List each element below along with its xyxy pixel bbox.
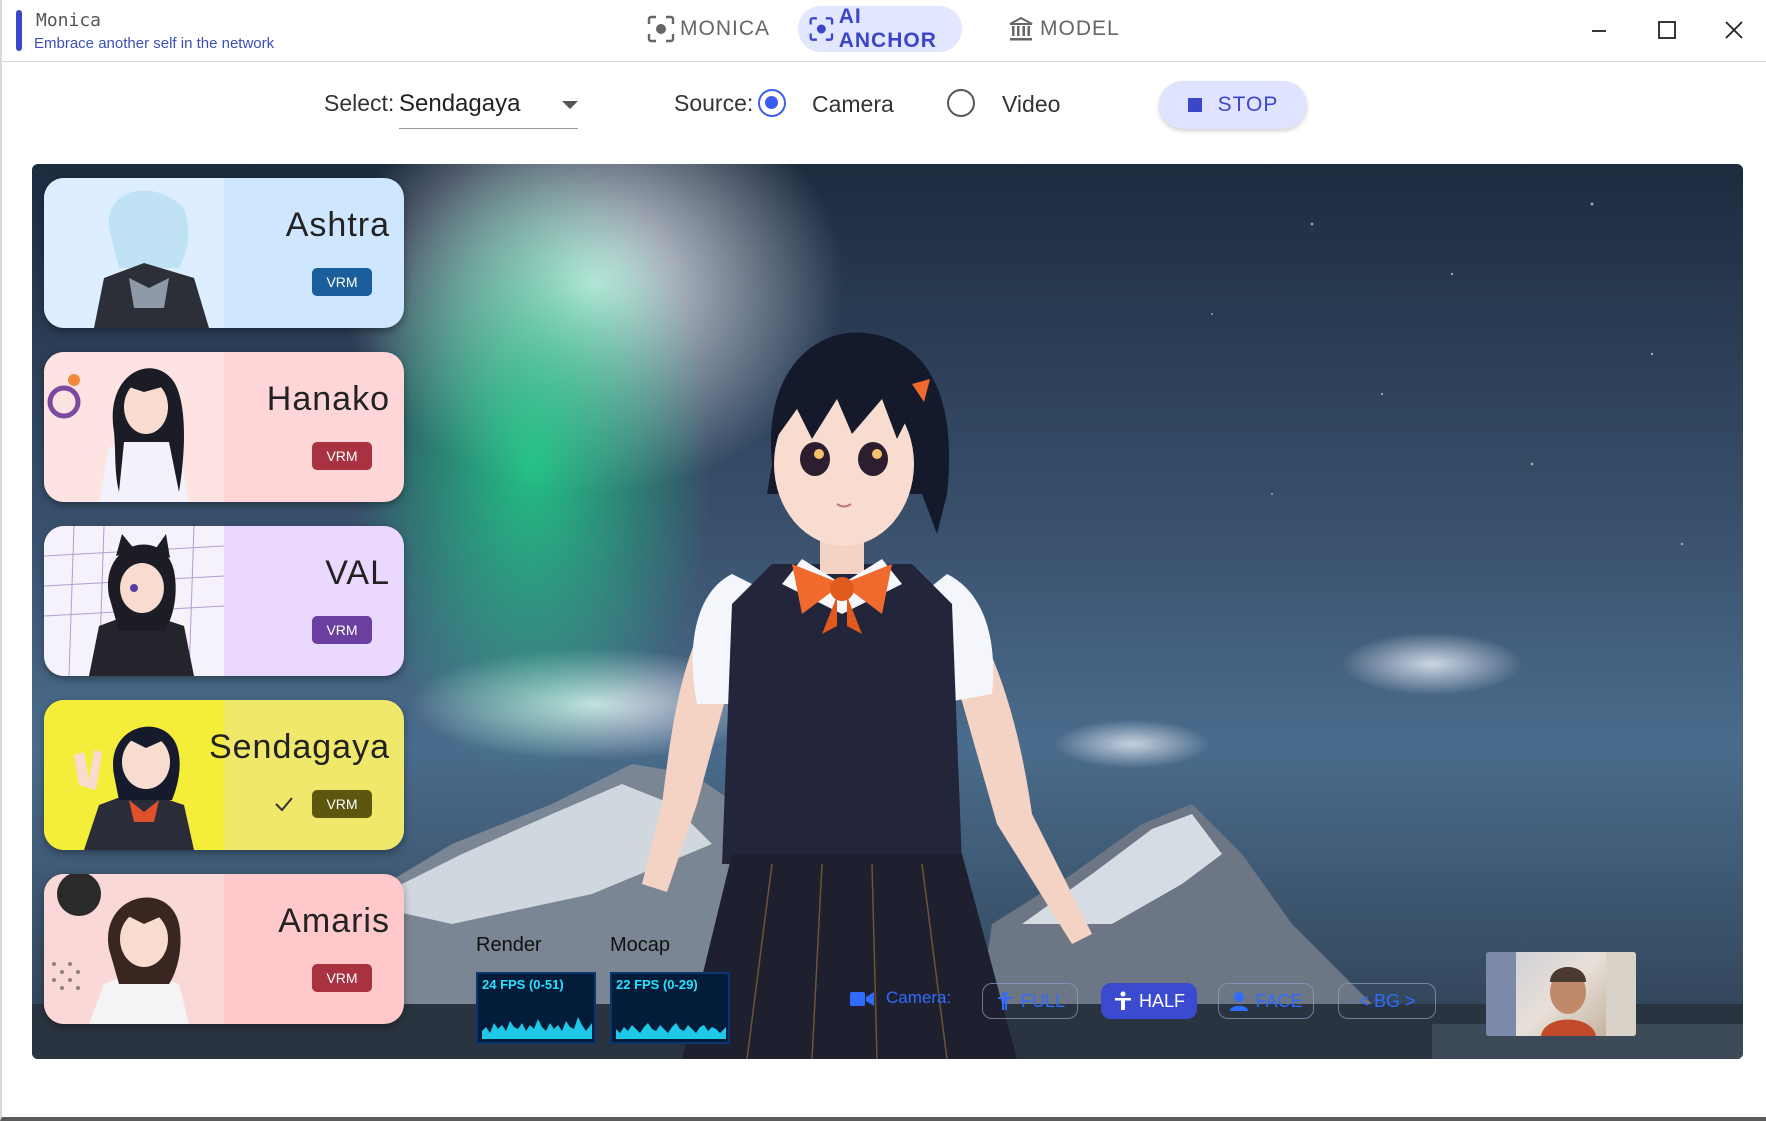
focus-frame-icon <box>647 15 675 43</box>
close-icon <box>1725 21 1743 39</box>
vrm-badge: VRM <box>312 442 372 470</box>
check-icon <box>275 797 293 812</box>
maximize-button[interactable] <box>1648 12 1686 48</box>
vrm-badge: VRM <box>312 790 372 818</box>
avatar-stage: Ashtra VRM Hanako VRM VAL VRM Sendagaya … <box>32 164 1743 1059</box>
render-fps-value: 24 FPS (0-51) <box>482 977 564 992</box>
minimize-button[interactable] <box>1580 12 1618 48</box>
model-card-name: Hanako <box>266 380 390 418</box>
face-icon <box>1230 992 1249 1011</box>
model-select[interactable]: Sendagaya <box>399 90 520 118</box>
camera-half-label: HALF <box>1138 990 1185 1011</box>
vrm-badge: VRM <box>312 268 372 296</box>
tab-ai-anchor-label: AI ANCHOR <box>838 5 937 52</box>
model-card-amaris[interactable]: Amaris VRM <box>44 874 404 1024</box>
tab-ai-anchor[interactable]: AI ANCHOR <box>798 5 962 52</box>
maximize-icon <box>1658 21 1676 39</box>
vrm-badge: VRM <box>312 964 372 992</box>
camera-label: Camera: <box>886 988 952 1007</box>
source-video-label[interactable]: Video <box>1002 91 1060 118</box>
webcam-person-image <box>1486 952 1636 1036</box>
tab-monica-label: MONICA <box>680 17 770 40</box>
camera-face-label: FACE <box>1255 990 1303 1011</box>
render-fps-graph <box>482 1017 592 1039</box>
render-label: Render <box>476 934 542 956</box>
half-body-icon <box>1114 991 1131 1010</box>
background-switch-button[interactable]: < BG > <box>1338 983 1436 1019</box>
video-camera-icon <box>850 992 874 1006</box>
minimize-icon <box>1592 30 1606 32</box>
tab-monica[interactable]: MONICA <box>636 6 780 52</box>
mocap-fps-value: 22 FPS (0-29) <box>616 977 698 992</box>
chevron-down-icon[interactable] <box>562 101 578 109</box>
mocap-fps-monitor[interactable]: 22 FPS (0-29) <box>610 972 730 1044</box>
render-fps-monitor[interactable]: 24 FPS (0-51) <box>476 972 596 1044</box>
background-switch-label: < BG > <box>1358 990 1416 1011</box>
source-label: Source: <box>674 90 754 116</box>
close-button[interactable] <box>1715 12 1753 48</box>
tab-model-label: MODEL <box>1040 17 1120 40</box>
bank-icon <box>1009 16 1033 41</box>
select-underline <box>399 128 578 129</box>
tab-model[interactable]: MODEL <box>996 6 1130 52</box>
focus-frame-icon <box>809 17 834 41</box>
stop-label: STOP <box>1217 93 1279 116</box>
avatar-thumbnail <box>44 700 224 850</box>
mocap-label: Mocap <box>610 934 671 956</box>
avatar-thumbnail <box>44 874 224 1024</box>
mocap-fps-graph <box>616 1023 726 1039</box>
title-bar: Monica Embrace another self in the netwo… <box>2 0 1766 62</box>
model-card-name: Amaris <box>278 902 390 940</box>
source-video-radio[interactable] <box>947 89 975 117</box>
model-card-ashtra[interactable]: Ashtra VRM <box>44 178 404 328</box>
model-card-name: Sendagaya <box>208 728 390 766</box>
camera-face-button[interactable]: FACE <box>1218 983 1314 1019</box>
title-accent-bar <box>16 10 22 51</box>
model-card-sendagaya[interactable]: Sendagaya VRM <box>44 700 404 850</box>
camera-full-button[interactable]: FULL <box>982 983 1078 1019</box>
stop-icon <box>1187 98 1202 112</box>
app-tagline: Embrace another self in the network <box>34 35 275 52</box>
app-window: Monica Embrace another self in the netwo… <box>0 0 1766 1121</box>
vrm-badge: VRM <box>312 616 372 644</box>
avatar-thumbnail <box>44 178 224 328</box>
stop-button[interactable]: STOP <box>1159 81 1307 129</box>
model-card-name: VAL <box>325 554 390 592</box>
avatar-thumbnail <box>44 352 224 502</box>
model-card-val[interactable]: VAL VRM <box>44 526 404 676</box>
app-name: Monica <box>36 10 102 31</box>
avatar-thumbnail <box>44 526 224 676</box>
source-camera-label[interactable]: Camera <box>812 91 894 118</box>
model-card-hanako[interactable]: Hanako VRM <box>44 352 404 502</box>
camera-full-label: FULL <box>1020 990 1065 1011</box>
webcam-preview <box>1486 952 1636 1036</box>
source-camera-radio[interactable] <box>758 89 786 117</box>
camera-half-button[interactable]: HALF <box>1101 983 1197 1019</box>
model-card-name: Ashtra <box>285 206 390 244</box>
full-body-icon <box>997 991 1012 1010</box>
select-label: Select: <box>324 90 395 116</box>
